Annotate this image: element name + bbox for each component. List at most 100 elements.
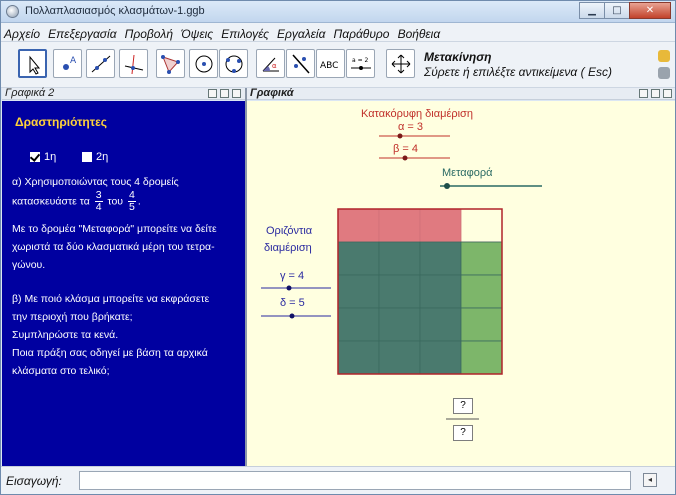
input-help-icon[interactable]: ◂ (643, 473, 657, 487)
answer-numerator-input[interactable]: ? (453, 398, 473, 414)
grid-cell (378, 241, 421, 276)
polygon-tool-button[interactable] (156, 49, 185, 78)
grid-cell (419, 340, 462, 375)
slider-b-handle[interactable] (402, 155, 408, 161)
q1-line2-pre: κατασκευάστε τα (12, 195, 90, 208)
title-bar: Πολλαπλασιασμός κλασμάτων-1.ggb ▁ □ ✕ (1, 1, 675, 23)
panel-menu-icon[interactable] (639, 89, 648, 98)
menu-help[interactable]: Βοήθεια (395, 25, 441, 41)
menu-file[interactable]: Αρχείο (1, 25, 40, 41)
line-tool-button[interactable] (86, 49, 115, 78)
slider-icon: a = 2 (351, 57, 371, 70)
graphics2-view: Δραστηριότητες 1η 2η α) Χρησιμοποιώντας … (2, 101, 245, 466)
panel-undock-icon[interactable] (220, 89, 229, 98)
slider-a-handle[interactable] (397, 133, 403, 139)
svg-text:A: A (70, 56, 77, 66)
text-icon: ABC (320, 61, 338, 71)
checkbox-activity-1[interactable]: 1η (30, 151, 56, 163)
toolbar: A α ABC a = 2 Μετακίνηση Σύρετε ή επιλέξ… (1, 42, 675, 88)
grid-cell (337, 241, 380, 276)
q2-line2: την περιοχή που βρήκατε; (12, 311, 133, 323)
q1-line5: γώνου. (12, 259, 46, 271)
menu-perspectives[interactable]: Όψεις (178, 25, 213, 41)
menu-tools[interactable]: Εργαλεία (274, 25, 325, 41)
window-controls: ▁ □ ✕ (579, 2, 671, 19)
fraction-four-fifths: 45 (127, 190, 136, 213)
maximize-button[interactable]: □ (604, 2, 630, 19)
slider-d-handle[interactable] (289, 313, 295, 319)
grid-cell (419, 241, 462, 276)
line-icon (91, 55, 111, 73)
move-tool-button[interactable] (18, 49, 47, 78)
polygon-icon (161, 55, 180, 74)
menu-edit[interactable]: Επεξεργασία (45, 25, 116, 41)
q1-line2: κατασκευάστε τα 34 του 45. (12, 190, 141, 213)
menu-options[interactable]: Επιλογές (218, 25, 269, 41)
graphics2-title: Γραφικά 2 (5, 87, 55, 99)
point-icon: A (63, 56, 77, 70)
circle-three-points-tool-button[interactable] (219, 49, 248, 78)
panel-undock-icon[interactable] (651, 89, 660, 98)
menu-window[interactable]: Παράθυρο (331, 25, 390, 41)
grid-cell (337, 307, 380, 342)
q1-line2-post: . (137, 195, 141, 208)
fraction-three-quarters: 34 (94, 190, 103, 213)
q1-line4: χωριστά τα δύο κλασματικά μέρη του τετρα… (12, 241, 215, 253)
panel-close-icon[interactable] (663, 89, 672, 98)
grid-cell (419, 274, 462, 309)
svg-text:ABC: ABC (320, 61, 338, 71)
input-field[interactable] (79, 471, 631, 490)
checkbox-checked-icon (30, 152, 40, 162)
svg-text:α: α (272, 62, 277, 70)
graphics-title: Γραφικά (250, 87, 294, 99)
fraction-grid (337, 208, 503, 375)
grid-cell (378, 340, 421, 375)
svg-text:a = 2: a = 2 (352, 57, 369, 64)
answer-denominator-input[interactable]: ? (453, 425, 473, 441)
app-window: Πολλαπλασιασμός κλασμάτων-1.ggb ▁ □ ✕ Αρ… (0, 0, 676, 495)
text-tool-button[interactable]: ABC (316, 49, 345, 78)
q1-line3: Με το δρομέα "Μεταφορά" μπορείτε να δείτ… (12, 223, 217, 235)
activities-title: Δραστηριότητες (15, 115, 108, 129)
grid-cell (378, 307, 421, 342)
graphics-view[interactable]: Κατακόρυφη διαμέριση α = 3 β = 4 Μεταφορ… (247, 101, 675, 466)
minimize-button[interactable]: ▁ (579, 2, 605, 19)
active-tool-hint: Σύρετε ή επιλέξτε αντικείμενα ( Esc) (424, 65, 612, 79)
panel-menu-icon[interactable] (208, 89, 217, 98)
grid-cell (378, 274, 421, 309)
checkbox-activity-2[interactable]: 2η (82, 151, 108, 163)
grid-cell (460, 208, 503, 243)
checkbox-unchecked-icon (82, 152, 92, 162)
checkbox-1-label: 1η (44, 151, 57, 163)
q1-line2-mid: του (107, 195, 124, 208)
active-tool-name: Μετακίνηση (424, 50, 492, 64)
menu-view[interactable]: Προβολή (122, 25, 173, 41)
angle-icon: α (262, 57, 279, 72)
point-tool-button[interactable]: A (53, 49, 82, 78)
geogebra-app-icon (6, 5, 19, 18)
reflect-tool-button[interactable] (286, 49, 315, 78)
slider-tool-button[interactable]: a = 2 (346, 49, 375, 78)
menu-bar: Αρχείο Επεξεργασία Προβολή Όψεις Επιλογέ… (1, 23, 675, 42)
angle-tool-button[interactable]: α (256, 49, 285, 78)
close-button[interactable]: ✕ (629, 2, 671, 19)
grid-cell (337, 208, 380, 243)
circle-icon (195, 55, 213, 73)
slider-g-handle[interactable] (286, 285, 292, 291)
move-view-tool-button[interactable] (386, 49, 415, 78)
q2-line3: Συμπληρώστε τα κενά. (12, 329, 119, 341)
panel-close-icon[interactable] (232, 89, 241, 98)
redo-icon[interactable] (658, 67, 670, 79)
grid-cell (337, 340, 380, 375)
move-arrows-icon (391, 54, 411, 74)
grid-cell (419, 307, 462, 342)
q2-line1: β) Με ποιό κλάσμα μπορείτε να εκφράσετε (12, 293, 210, 305)
q2-line4: Ποια πράξη σας οδηγεί με βάση τα αρχικά (12, 347, 208, 359)
frac2-den: 5 (128, 201, 135, 213)
circle-tool-button[interactable] (189, 49, 218, 78)
q2-line5: κλάσματα στο τελικό; (12, 365, 110, 377)
transfer-slider-handle[interactable] (444, 183, 450, 189)
perpendicular-tool-button[interactable] (119, 49, 148, 78)
grid-cell (378, 208, 421, 243)
undo-icon[interactable] (658, 50, 670, 62)
